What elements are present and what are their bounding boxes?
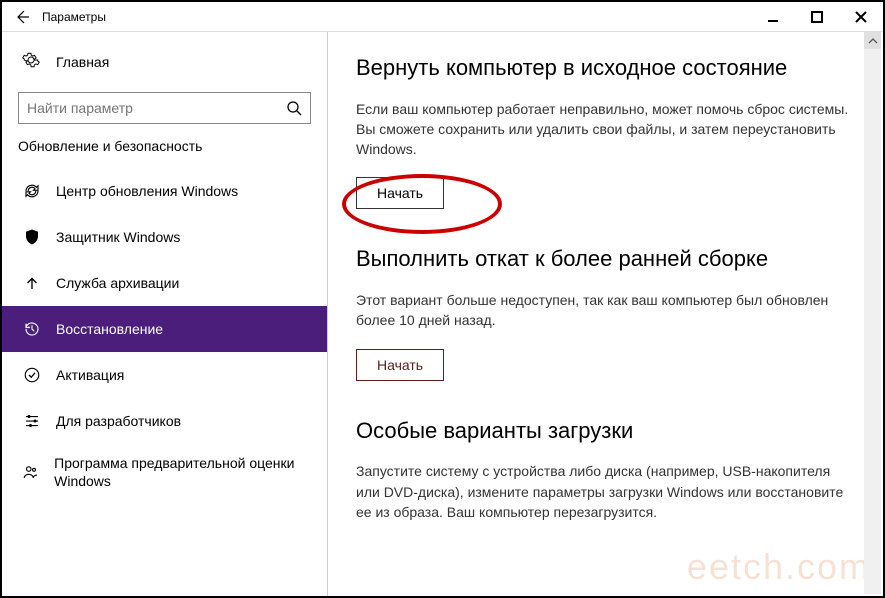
- section-boot: Особые варианты загрузки Запустите систе…: [356, 417, 855, 522]
- vertical-scrollbar[interactable]: [864, 32, 881, 594]
- sync-icon: [22, 182, 42, 200]
- people-icon: [22, 463, 40, 481]
- sidebar-item-label: Активация: [56, 367, 124, 383]
- sidebar-item-label: Восстановление: [56, 321, 163, 337]
- section-title: Вернуть компьютер в исходное состояние: [356, 54, 855, 83]
- section-title: Выполнить откат к более ранней сборке: [356, 245, 855, 274]
- titlebar: Параметры: [2, 2, 883, 32]
- check-circle-icon: [22, 366, 42, 384]
- sidebar-item-activation[interactable]: Активация: [2, 352, 327, 398]
- minimize-icon: [766, 10, 780, 24]
- maximize-icon: [810, 10, 824, 24]
- sidebar-item-backup[interactable]: Служба архивации: [2, 260, 327, 306]
- minimize-button[interactable]: [751, 2, 795, 32]
- search-icon: [286, 100, 302, 116]
- rollback-start-button[interactable]: Начать: [356, 349, 444, 381]
- close-icon: [854, 10, 868, 24]
- sidebar-item-label: Программа предварительной оценки Windows: [54, 454, 327, 490]
- gear-icon: [22, 51, 42, 74]
- home-link[interactable]: Главная: [2, 42, 327, 82]
- section-desc: Этот вариант больше недоступен, так как …: [356, 290, 855, 331]
- sidebar-item-update[interactable]: Центр обновления Windows: [2, 168, 327, 214]
- chevron-up-icon: [868, 36, 878, 46]
- section-desc: Запустите систему с устройства либо диск…: [356, 461, 855, 522]
- section-reset: Вернуть компьютер в исходное состояние Е…: [356, 54, 855, 209]
- reset-start-button[interactable]: Начать: [356, 177, 444, 209]
- search-box[interactable]: [18, 92, 311, 124]
- sidebar-item-recovery[interactable]: Восстановление: [2, 306, 327, 352]
- category-heading: Обновление и безопасность: [2, 138, 327, 168]
- sidebar: Главная Обновление и безопасность Центр …: [2, 32, 328, 596]
- sidebar-item-label: Для разработчиков: [56, 413, 181, 429]
- window-title: Параметры: [42, 10, 751, 24]
- arrow-up-icon: [22, 274, 42, 292]
- home-label: Главная: [56, 54, 109, 70]
- watermark: eetch.com: [687, 546, 871, 588]
- sidebar-item-developers[interactable]: Для разработчиков: [2, 398, 327, 444]
- section-title: Особые варианты загрузки: [356, 417, 855, 446]
- content-pane: Вернуть компьютер в исходное состояние Е…: [328, 32, 883, 596]
- sidebar-item-insider[interactable]: Программа предварительной оценки Windows: [2, 444, 327, 500]
- sidebar-item-defender[interactable]: Защитник Windows: [2, 214, 327, 260]
- back-button[interactable]: [10, 5, 34, 29]
- sidebar-item-label: Центр обновления Windows: [56, 183, 238, 199]
- section-desc: Если ваш компьютер работает неправильно,…: [356, 99, 855, 160]
- search-input[interactable]: [27, 100, 286, 116]
- sidebar-item-label: Служба архивации: [56, 275, 179, 291]
- shield-icon: [22, 228, 42, 246]
- scroll-up-button[interactable]: [864, 32, 881, 49]
- close-button[interactable]: [839, 2, 883, 32]
- sliders-icon: [22, 412, 42, 430]
- maximize-button[interactable]: [795, 2, 839, 32]
- arrow-left-icon: [14, 9, 30, 25]
- history-icon: [22, 320, 42, 338]
- section-rollback: Выполнить откат к более ранней сборке Эт…: [356, 245, 855, 380]
- sidebar-item-label: Защитник Windows: [56, 229, 180, 245]
